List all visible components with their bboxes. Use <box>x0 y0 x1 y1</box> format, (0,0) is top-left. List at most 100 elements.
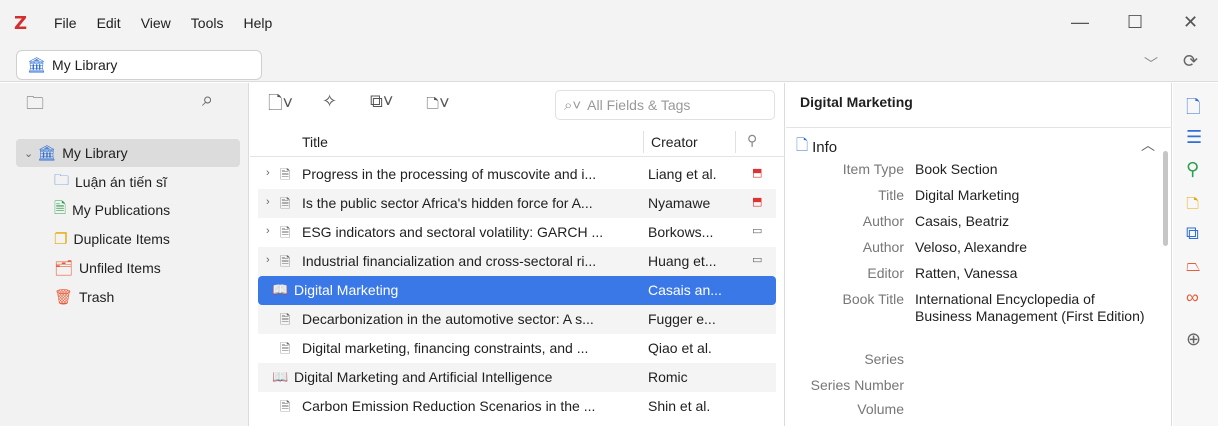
menu-file[interactable]: File <box>54 15 77 31</box>
pdf-attachment-icon[interactable]: ⬒ <box>752 166 762 179</box>
collapse-icon[interactable]: ︿ <box>1141 135 1155 155</box>
minimize-button[interactable]: — <box>1071 12 1089 33</box>
item-title: ESG indicators and sectoral volatility: … <box>302 224 604 240</box>
collection-trash[interactable]: 🗑 Trash <box>54 283 114 311</box>
collection-library[interactable]: ⌄ 🏛 My Library <box>16 139 240 167</box>
item-row[interactable]: 📖 Digital Marketing and Artificial Intell… <box>258 363 776 392</box>
library-tab-label: My Library <box>52 57 118 73</box>
info-pane-icon[interactable]: 🗋 <box>1186 95 1200 125</box>
expand-item-icon[interactable]: › <box>266 254 270 266</box>
item-row[interactable]: › 🗎 Is the public sector Africa's hidden f… <box>258 189 776 218</box>
item-title: Decarbonization in the automotive sector… <box>302 311 594 327</box>
item-creator: Qiao et al. <box>648 340 712 356</box>
pdf-attachment-icon[interactable]: ⬒ <box>752 195 762 208</box>
column-separator[interactable] <box>643 131 644 153</box>
column-separator[interactable] <box>735 131 736 153</box>
library-tab-bar: 🏛 My Library ﹀ ⟳ <box>0 46 1218 82</box>
search-placeholder: All Fields & Tags <box>587 97 691 113</box>
tabs-menu-chevron-icon[interactable]: ﹀ <box>1144 54 1158 74</box>
item-pane: Digital Marketing 🗋 Info ︿ Item Type Book… <box>786 83 1172 426</box>
new-item-icon[interactable]: 🗋˅ <box>268 91 293 121</box>
item-row[interactable]: 🗎 Decarbonization in the automotive secto… <box>258 305 776 334</box>
document-icon: 🗎 <box>280 196 291 211</box>
field-value[interactable]: Ratten, Vanessa <box>915 265 1017 281</box>
attachments-column-icon[interactable]: ⚲ <box>747 132 757 149</box>
menu-help[interactable]: Help <box>243 15 272 31</box>
new-collection-icon[interactable]: 🗀 <box>26 91 44 121</box>
document-icon: 🗎 <box>280 399 291 414</box>
trash-icon: 🗑 <box>54 289 74 306</box>
libraries-collections-icon[interactable]: ⧉ <box>1186 223 1199 244</box>
menu-view[interactable]: View <box>141 15 171 31</box>
field-value[interactable]: International Encyclopedia of Business M… <box>915 291 1145 325</box>
item-row[interactable]: › 🗎 ESG indicators and sectoral volatility… <box>258 218 776 247</box>
expand-item-icon[interactable]: › <box>266 167 270 179</box>
sync-icon[interactable]: ⟳ <box>1183 51 1198 72</box>
expand-toggle-icon[interactable]: ⌄ <box>24 147 33 160</box>
column-title[interactable]: Title <box>302 134 328 150</box>
item-title: Digital Marketing and Artificial Intelli… <box>294 369 553 385</box>
item-title: Progress in the processing of muscovite … <box>302 166 597 182</box>
publications-icon: 🗎 <box>54 199 67 217</box>
library-tab[interactable]: 🏛 My Library <box>16 50 262 80</box>
abstract-icon[interactable]: ☰ <box>1186 127 1202 148</box>
items-column-header: Title Creator ⚲ <box>250 127 785 157</box>
item-pane-header: Digital Marketing <box>800 94 913 110</box>
collection-label: My Library <box>62 145 128 161</box>
expand-item-icon[interactable]: › <box>266 196 270 208</box>
item-creator: Shin et al. <box>648 398 711 414</box>
field-label-text: Item Type <box>842 161 904 177</box>
maximize-button[interactable]: ☐ <box>1127 12 1143 33</box>
add-by-identifier-icon[interactable]: ✧ <box>322 91 337 112</box>
item-creator: Casais an... <box>648 282 722 298</box>
search-input[interactable]: ⌕˅ All Fields & Tags <box>555 90 775 120</box>
locate-icon[interactable]: ⊕ <box>1186 329 1201 350</box>
item-title: Carbon Emission Reduction Scenarios in t… <box>302 398 596 414</box>
field-label-text: Series Number <box>810 377 904 393</box>
collection-search-icon[interactable]: ⌕ <box>202 89 213 112</box>
collection-folder[interactable]: 🗀 Luận án tiến sĩ <box>54 168 167 196</box>
collection-label: Duplicate Items <box>73 231 170 247</box>
item-creator: Romic <box>648 369 688 385</box>
item-row[interactable]: 🗎 Carbon Emission Reduction Scenarios in … <box>258 392 776 421</box>
field-label-text: Editor <box>867 265 904 281</box>
notes-icon[interactable]: 🗅 <box>1186 191 1199 221</box>
document-icon: 🗎 <box>280 225 291 240</box>
item-row[interactable]: 📖 Digital Marketing Casais an... <box>258 276 776 305</box>
attachments-icon[interactable]: ⚲ <box>1186 159 1199 180</box>
field-label-text: Book Title <box>842 291 904 307</box>
field-value[interactable]: Digital Marketing <box>915 187 1019 203</box>
folder-icon: 🗀 <box>54 171 70 189</box>
tags-icon[interactable]: ⏢ <box>1186 255 1200 276</box>
collection-unfiled[interactable]: 🗂 Unfiled Items <box>54 254 161 282</box>
item-title: Industrial financialization and cross-se… <box>302 253 597 269</box>
field-value[interactable]: Book Section <box>915 161 998 177</box>
item-row[interactable]: 🗎 Digital marketing, financing constraint… <box>258 334 776 363</box>
field-value[interactable]: Veloso, Alexandre <box>915 239 1027 255</box>
related-icon[interactable]: ∞ <box>1186 287 1199 308</box>
snapshot-attachment-icon[interactable]: ▭ <box>752 224 762 237</box>
menu-edit[interactable]: Edit <box>97 15 121 31</box>
collection-publications[interactable]: 🗎 My Publications <box>54 196 170 224</box>
divider <box>786 127 1172 128</box>
snapshot-attachment-icon[interactable]: ▭ <box>752 253 762 266</box>
collection-label: Luận án tiến sĩ <box>75 174 167 190</box>
item-creator: Fugger e... <box>648 311 716 327</box>
unfiled-icon: 🗂 <box>54 260 74 277</box>
column-creator[interactable]: Creator <box>651 134 698 150</box>
info-section-header[interactable]: 🗋 Info <box>796 135 837 160</box>
expand-item-icon[interactable]: › <box>266 225 270 237</box>
item-title: Digital Marketing <box>294 282 399 298</box>
field-label-text: Volume <box>857 401 904 417</box>
scrollbar-thumb[interactable] <box>1163 151 1168 246</box>
book-icon: 📖 <box>272 282 289 297</box>
close-button[interactable]: ✕ <box>1183 12 1198 33</box>
item-row[interactable]: › 🗎 Industrial financialization and cross-… <box>258 247 776 276</box>
item-row[interactable]: › 🗎 Progress in the processing of muscovit… <box>258 160 776 189</box>
search-icon: ⌕˅ <box>564 96 582 114</box>
field-value[interactable]: Casais, Beatriz <box>915 213 1009 229</box>
add-attachment-icon[interactable]: ⧉˅ <box>370 91 393 112</box>
new-note-icon[interactable]: 🗅˅ <box>426 91 450 121</box>
collection-duplicate[interactable]: ❐ Duplicate Items <box>54 225 170 253</box>
menu-tools[interactable]: Tools <box>191 15 224 31</box>
